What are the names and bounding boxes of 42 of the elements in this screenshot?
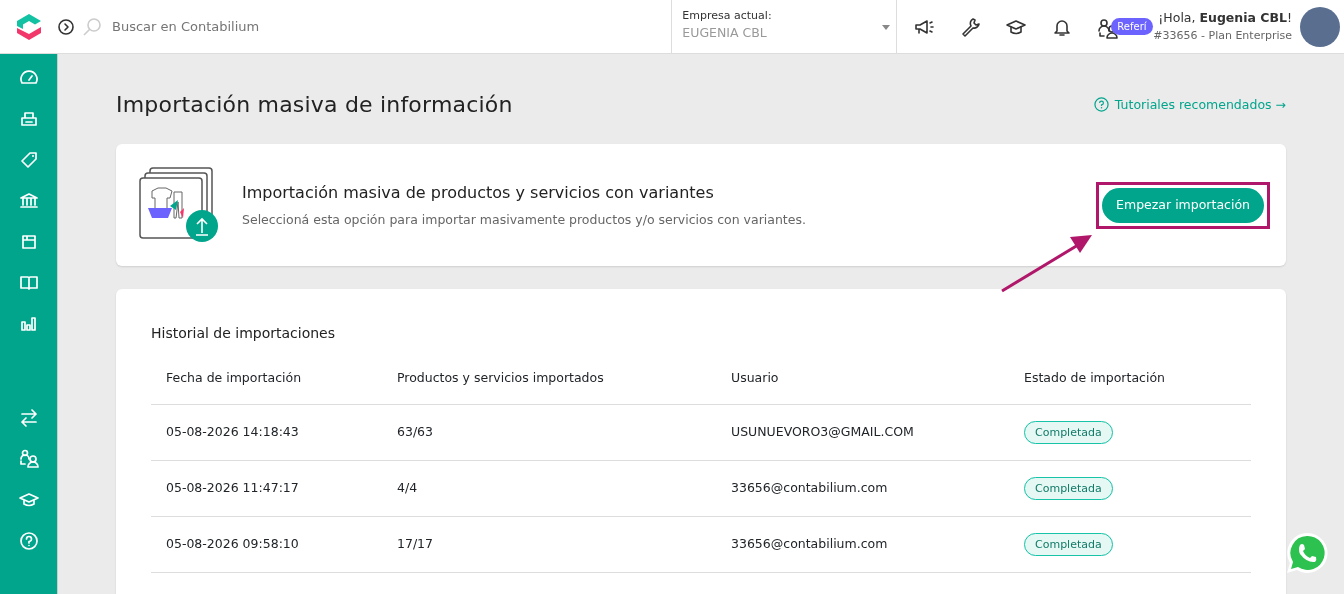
- whatsapp-icon[interactable]: [1285, 531, 1329, 575]
- plan-text: #33656 - Plan Enterprise: [1153, 27, 1292, 44]
- book-icon[interactable]: [18, 273, 39, 293]
- start-import-button[interactable]: Empezar importación: [1102, 188, 1264, 223]
- import-card-description: Seleccioná esta opción para importar masivamente productos y/o servicios con variantes.: [242, 211, 807, 229]
- referral-badge[interactable]: Referí: [1111, 17, 1153, 35]
- table-cell: 05-08-2026 14:18:43: [151, 404, 382, 461]
- wrench-icon[interactable]: [959, 15, 982, 38]
- table-cell: 05-08-2026 09:58:10: [151, 516, 382, 573]
- history-title: Historial de importaciones: [151, 324, 337, 344]
- printer-icon[interactable]: [18, 109, 39, 129]
- company-selector[interactable]: Empresa actual: EUGENIA CBL: [671, 0, 898, 54]
- column-header: Estado de importación: [1009, 352, 1251, 405]
- bank-icon[interactable]: [18, 191, 39, 211]
- column-header: Fecha de importación: [151, 352, 382, 405]
- status-badge: Completada: [1024, 477, 1113, 500]
- page-title: Importación masiva de información: [116, 92, 513, 119]
- tag-icon[interactable]: [18, 150, 39, 170]
- caret-icon: [882, 24, 891, 30]
- column-header: Usuario: [716, 352, 1009, 405]
- status-badge: Completada: [1024, 421, 1113, 444]
- greeting-text: ¡Hola, Eugenia CBL!: [1158, 8, 1292, 27]
- table-cell: 4/4: [382, 460, 716, 517]
- status-badge: Completada: [1024, 533, 1113, 556]
- table-cell: 33656@contabilium.com: [716, 516, 1009, 573]
- table-cell: 05-08-2026 11:47:17: [151, 460, 382, 517]
- import-card-title: Importación masiva de productos y servicios con variantes: [242, 182, 715, 204]
- logo-icon[interactable]: [16, 12, 42, 41]
- table-cell: 17/17: [382, 516, 716, 573]
- help-icon[interactable]: [18, 531, 39, 551]
- table-cell: 63/63: [382, 404, 716, 461]
- bar-chart-icon[interactable]: [18, 314, 39, 334]
- arrows-swap-icon[interactable]: [18, 408, 39, 428]
- tutorials-link[interactable]: Tutoriales recomendados →: [1093, 95, 1286, 115]
- column-header: Productos y servicios importados: [382, 352, 716, 405]
- avatar[interactable]: [1300, 6, 1340, 47]
- expand-icon[interactable]: [58, 18, 74, 35]
- help-icon: [1093, 96, 1109, 112]
- search-icon: [82, 16, 102, 37]
- table-cell: USUNUEVORO3@GMAIL.COM: [716, 404, 1009, 461]
- users-swap-icon[interactable]: [1097, 17, 1120, 40]
- table-cell: 33656@contabilium.com: [716, 460, 1009, 517]
